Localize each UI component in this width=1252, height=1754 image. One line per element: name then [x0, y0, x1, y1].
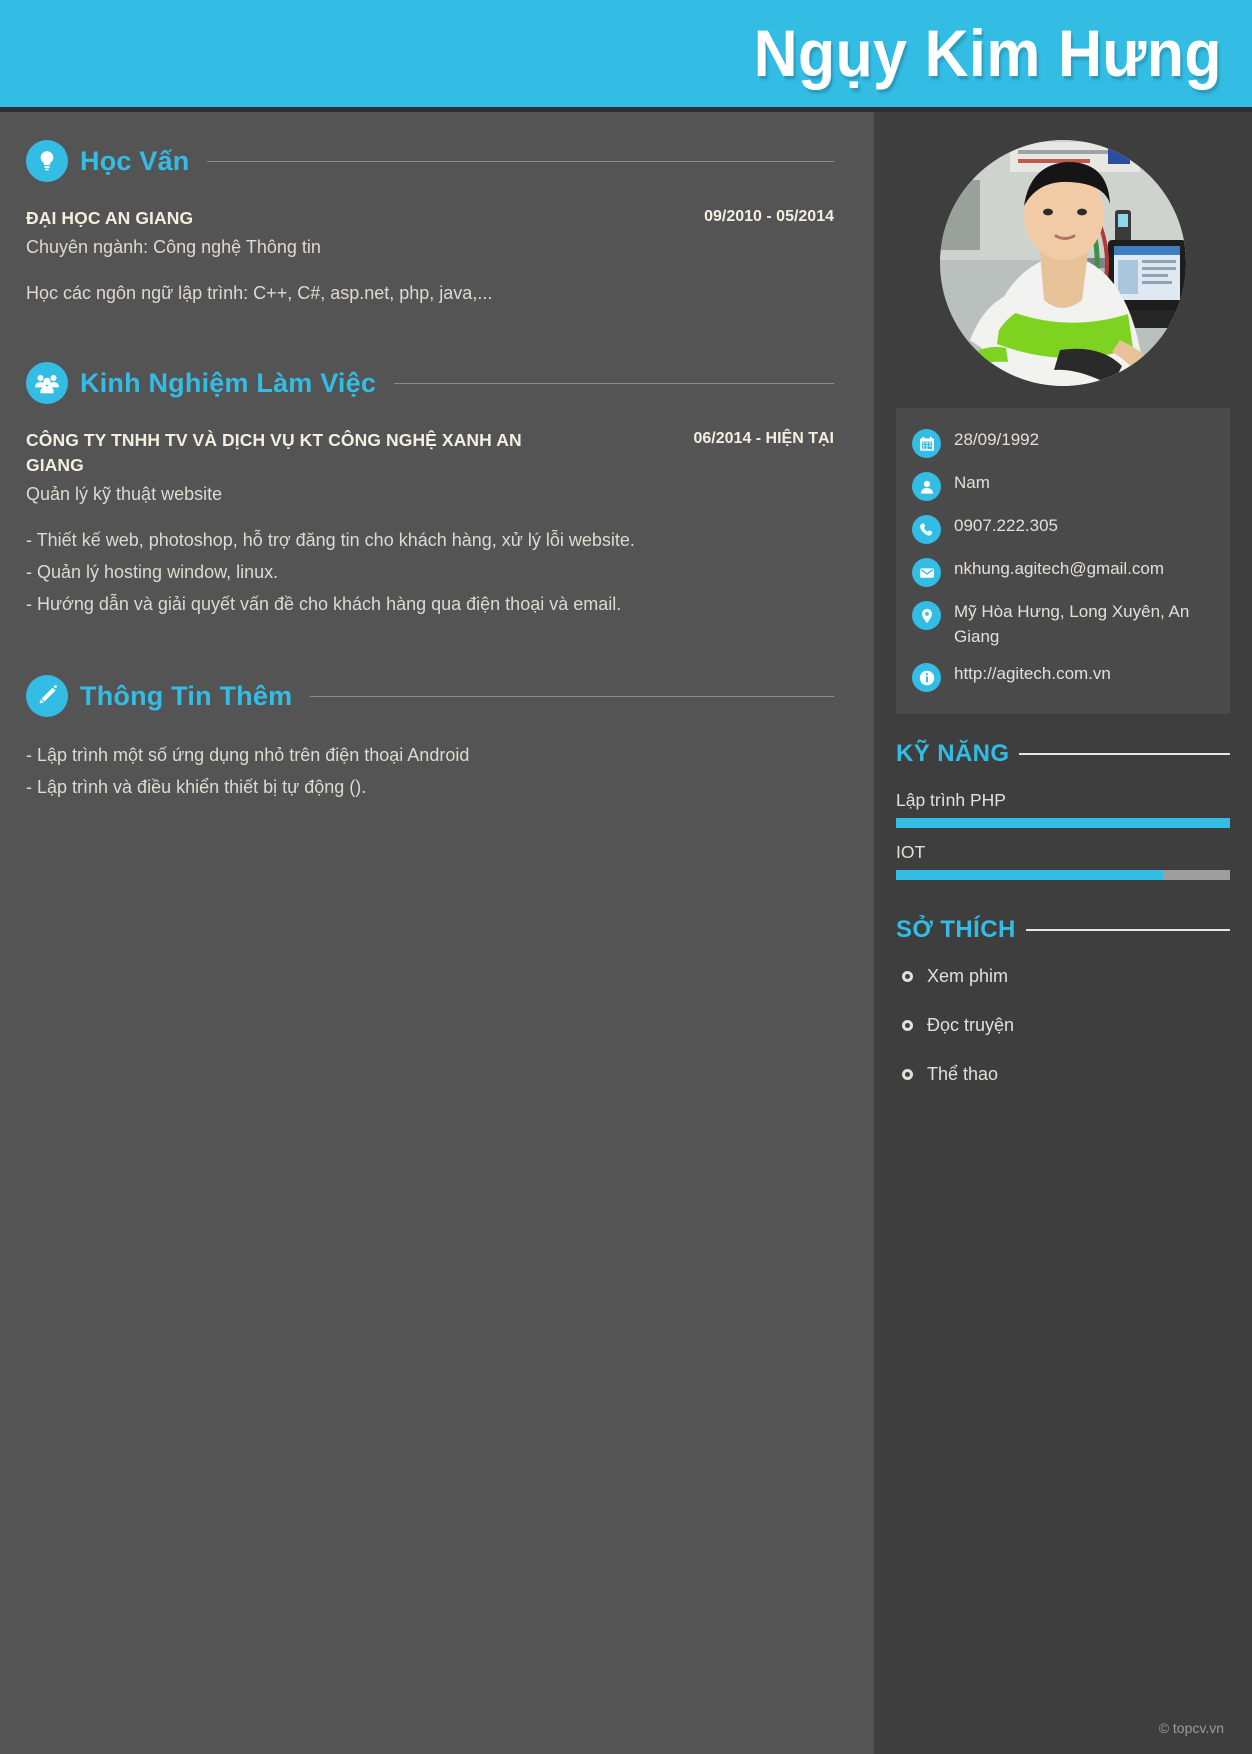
section-rule — [394, 382, 834, 384]
skill-progress-fill — [896, 870, 1164, 881]
entry-header: ĐẠI HỌC AN GIANG 09/2010 - 05/2014 — [26, 206, 834, 231]
section-education: Học Vấn ĐẠI HỌC AN GIANG 09/2010 - 05/20… — [26, 140, 834, 308]
section-title-additional: Thông Tin Thêm — [80, 680, 293, 711]
section-rule — [207, 160, 834, 162]
hobby-label: Thể thao — [927, 1064, 999, 1085]
contact-gender: Nam — [954, 473, 990, 492]
list-item: Xem phim — [902, 966, 1230, 987]
skill-label: Lập trình PHP — [896, 790, 1006, 811]
people-group-icon — [26, 362, 68, 404]
section-title-experience: Kinh Nghiệm Làm Việc — [80, 367, 377, 398]
hobbies-title: SỞ THÍCH — [896, 916, 1016, 944]
section-additional: Thông Tin Thêm - Lập trình một số ứng dụ… — [26, 675, 834, 802]
skills-title: KỸ NĂNG — [896, 740, 1010, 768]
skill-progress-fill — [896, 818, 1230, 829]
cv-body: Học Vấn ĐẠI HỌC AN GIANG 09/2010 - 05/20… — [0, 112, 1252, 1754]
skill-progress-track — [896, 870, 1230, 881]
contact-website: http://agitech.com.vn — [954, 664, 1111, 684]
experience-desc-line: - Quản lý hosting window, linux. — [26, 561, 279, 582]
list-item: Thể thao — [902, 1064, 1230, 1085]
skill-item: Lập trình PHP — [896, 790, 1230, 829]
contact-row-gender: Nam — [912, 471, 1214, 501]
additional-desc-line: - Lập trình một số ứng dụng nhỏ trên điệ… — [26, 745, 470, 766]
section-rule — [310, 695, 834, 697]
phone-icon — [912, 515, 941, 544]
list-item: Đọc truyện — [902, 1015, 1230, 1036]
additional-entry: - Lập trình một số ứng dụng nhỏ trên điệ… — [26, 741, 834, 802]
experience-desc-line: - Hướng dẫn và giải quyết vấn đề cho khá… — [26, 594, 622, 614]
candidate-name: Ngụy Kim Hưng — [753, 16, 1222, 90]
hobby-label: Xem phim — [927, 966, 1009, 987]
header-divider — [0, 107, 1252, 112]
section-header-experience: Kinh Nghiệm Làm Việc — [26, 362, 834, 404]
skills-rule — [1019, 753, 1230, 756]
hobbies-header: SỞ THÍCH — [896, 916, 1230, 944]
additional-desc-line: - Lập trình và điều khiển thiết bị tự độ… — [26, 777, 367, 798]
contact-row-birthdate: 28/09/1992 — [912, 428, 1214, 458]
hobby-label: Đọc truyện — [927, 1015, 1015, 1036]
hobbies-list: Xem phim Đọc truyện Thể thao — [896, 966, 1230, 1085]
ring-bullet-icon — [902, 1069, 913, 1081]
sidebar-column: 28/09/1992 Nam 0907.222.305 nkhung.agite… — [874, 112, 1252, 1754]
experience-subtitle: Quản lý kỹ thuật website — [26, 483, 223, 504]
pencil-icon — [26, 675, 68, 718]
skills-header: KỸ NĂNG — [896, 740, 1230, 768]
envelope-icon — [912, 558, 941, 587]
contact-phone: 0907.222.305 — [954, 516, 1058, 535]
contact-address: Mỹ Hòa Hưng, Long Xuyên, An Giang — [954, 602, 1190, 646]
education-organization: ĐẠI HỌC AN GIANG — [26, 208, 194, 228]
additional-description: - Lập trình một số ứng dụng nhỏ trên điệ… — [26, 741, 834, 802]
skill-progress-track — [896, 818, 1230, 829]
skills-section: KỸ NĂNG Lập trình PHP IOT — [896, 740, 1230, 881]
avatar — [940, 140, 1186, 386]
experience-date: 06/2014 - HIỆN TẠI — [693, 430, 835, 447]
hobbies-section: SỞ THÍCH Xem phim Đọc truyện Thể thao — [896, 916, 1230, 1085]
section-header-education: Học Vấn — [26, 140, 834, 182]
person-icon — [912, 472, 941, 501]
cv-header: Ngụy Kim Hưng — [0, 0, 1252, 112]
main-column: Học Vấn ĐẠI HỌC AN GIANG 09/2010 - 05/20… — [0, 112, 874, 1754]
section-experience: Kinh Nghiệm Làm Việc CÔNG TY TNHH TV VÀ … — [26, 362, 834, 619]
education-subtitle: Chuyên ngành: Công nghệ Thông tin — [26, 236, 321, 257]
lightbulb-icon — [26, 140, 68, 182]
profile-photo-wrap — [896, 112, 1230, 408]
experience-entry: CÔNG TY TNHH TV VÀ DỊCH VỤ KT CÔNG NGHỆ … — [26, 428, 834, 619]
education-description: Học các ngôn ngữ lập trình: C++, C#, asp… — [26, 279, 834, 308]
skill-label: IOT — [896, 842, 926, 863]
contact-row-phone[interactable]: 0907.222.305 — [912, 514, 1214, 544]
calendar-icon — [912, 429, 941, 458]
watermark: © topcv.vn — [1158, 1720, 1224, 1736]
section-header-additional: Thông Tin Thêm — [26, 675, 834, 718]
cv-page: Ngụy Kim Hưng Học Vấn ĐẠI HỌC AN GIANG 0… — [0, 0, 1252, 1754]
experience-organization: CÔNG TY TNHH TV VÀ DỊCH VỤ KT CÔNG NGHỆ … — [26, 430, 522, 475]
contact-info-box: 28/09/1992 Nam 0907.222.305 nkhung.agite… — [896, 408, 1230, 715]
contact-row-website[interactable]: http://agitech.com.vn — [912, 662, 1214, 693]
education-entry: ĐẠI HỌC AN GIANG 09/2010 - 05/2014 Chuyê… — [26, 206, 834, 308]
skill-item: IOT — [896, 842, 1230, 881]
entry-header: CÔNG TY TNHH TV VÀ DỊCH VỤ KT CÔNG NGHỆ … — [26, 428, 834, 478]
contact-row-email[interactable]: nkhung.agitech@gmail.com — [912, 557, 1214, 587]
info-icon — [912, 663, 941, 693]
education-date: 09/2010 - 05/2014 — [704, 208, 834, 225]
ring-bullet-icon — [902, 1020, 913, 1032]
ring-bullet-icon — [902, 971, 913, 983]
map-pin-icon — [912, 601, 941, 630]
education-desc-line: Học các ngôn ngữ lập trình: C++, C#, asp… — [26, 282, 493, 303]
contact-row-address: Mỹ Hòa Hưng, Long Xuyên, An Giang — [912, 600, 1214, 649]
contact-email: nkhung.agitech@gmail.com — [954, 559, 1165, 578]
experience-description: - Thiết kế web, photoshop, hỗ trợ đăng t… — [26, 526, 834, 619]
section-title-education: Học Vấn — [80, 145, 190, 176]
experience-desc-line: - Thiết kế web, photoshop, hỗ trợ đăng t… — [26, 529, 635, 550]
contact-birthdate: 28/09/1992 — [954, 430, 1040, 449]
hobbies-rule — [1025, 929, 1230, 932]
